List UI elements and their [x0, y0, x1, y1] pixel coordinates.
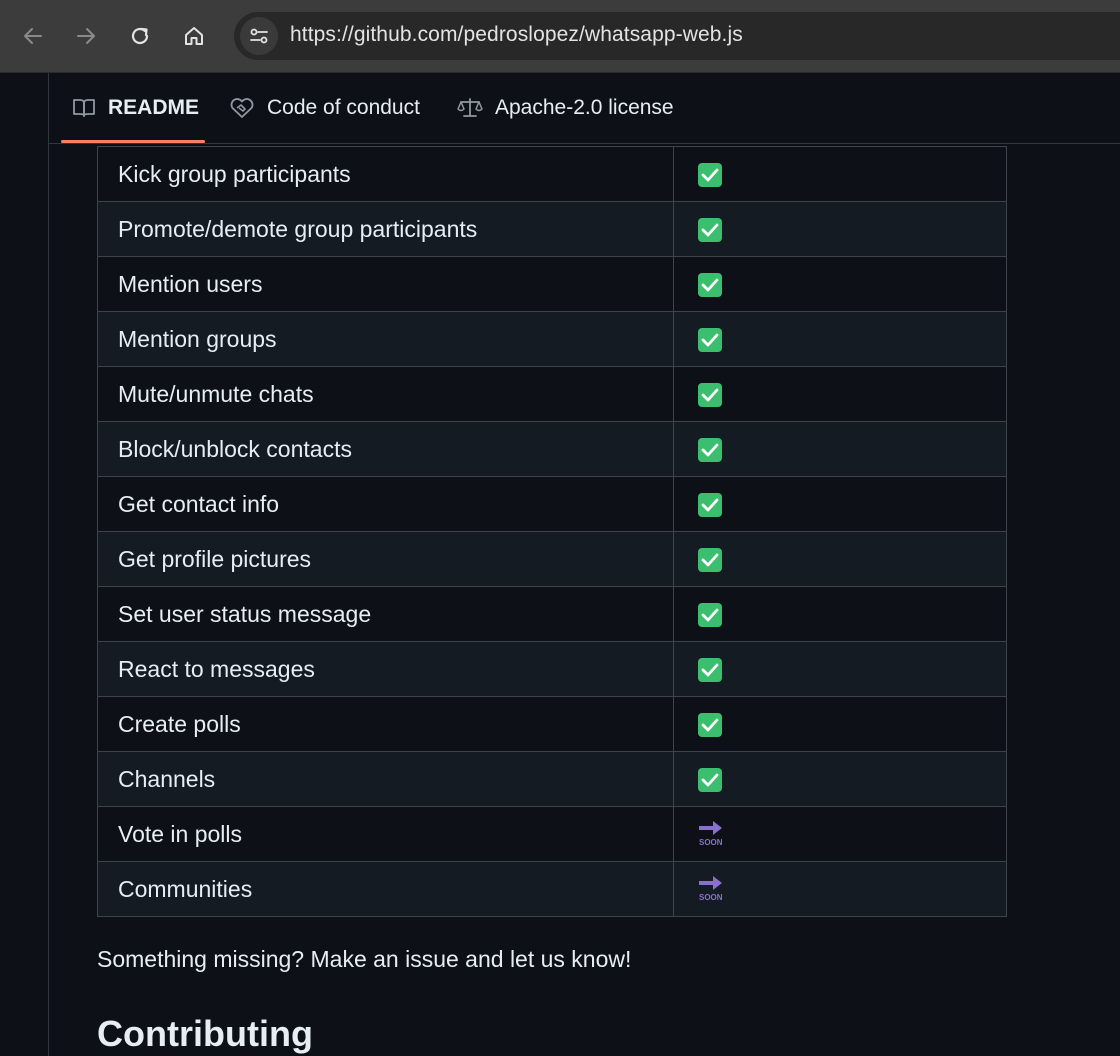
forward-icon: [77, 28, 95, 44]
feature-status: [673, 146, 1007, 202]
tab-readme-label: README: [108, 96, 200, 119]
missing-feature-text: Something missing? Make an issue and let…: [97, 946, 632, 972]
reload-icon: [131, 27, 149, 45]
feature-status: SOON: [673, 806, 1007, 862]
soon-arrow-icon: SOON: [698, 874, 724, 904]
tab-license[interactable]: Apache-2.0 license: [457, 73, 674, 143]
soon-label: SOON: [699, 838, 723, 847]
feature-status: [673, 366, 1007, 422]
feature-status: [673, 421, 1007, 477]
table-row: React to messages: [97, 641, 1007, 697]
table-row: Set user status message: [97, 586, 1007, 642]
table-row: Mention groups: [97, 311, 1007, 367]
feature-status: [673, 696, 1007, 752]
scale-icon: [457, 98, 483, 117]
feature-status: [673, 256, 1007, 312]
check-mark-icon: [698, 163, 722, 188]
browser-toolbar: https://github.com/pedroslopez/whatsapp-…: [0, 0, 1120, 73]
features-table: Kick group participants Promote/demote gr…: [97, 146, 1007, 917]
feature-name: Set user status message: [97, 586, 674, 642]
feature-status: [673, 531, 1007, 587]
forward-button[interactable]: [66, 16, 106, 56]
feature-name: React to messages: [97, 641, 674, 697]
table-row: Create polls: [97, 696, 1007, 752]
feature-name: Communities: [97, 861, 674, 917]
check-mark-icon: [698, 328, 722, 353]
page-content: README Code of conduct Apache-2.0 licens…: [0, 73, 1120, 1056]
check-mark-icon: [698, 548, 722, 573]
check-mark-icon: [698, 768, 722, 793]
tab-license-label: Apache-2.0 license: [495, 96, 674, 119]
feature-name: Kick group participants: [97, 146, 674, 202]
active-tab-indicator: [61, 140, 205, 143]
feature-name: Mute/unmute chats: [97, 366, 674, 422]
check-mark-icon: [698, 438, 722, 463]
feature-name: Create polls: [97, 696, 674, 752]
feature-status: SOON: [673, 861, 1007, 917]
heart-handshake-icon: [230, 98, 254, 118]
content-border: [48, 73, 49, 1056]
check-mark-icon: [698, 713, 722, 738]
feature-name: Get contact info: [97, 476, 674, 532]
soon-label: SOON: [699, 893, 723, 902]
home-button[interactable]: [174, 16, 214, 56]
site-info-icon: [250, 28, 268, 44]
table-row: Get profile pictures: [97, 531, 1007, 587]
table-row: Mute/unmute chats: [97, 366, 1007, 422]
url-text[interactable]: https://github.com/pedroslopez/whatsapp-…: [290, 23, 743, 47]
check-mark-icon: [698, 383, 722, 408]
tab-code-of-conduct[interactable]: Code of conduct: [229, 73, 420, 143]
feature-name: Mention users: [97, 256, 674, 312]
feature-name: Get profile pictures: [97, 531, 674, 587]
contributing-heading: Contributing: [97, 1013, 313, 1054]
table-row: Mention users: [97, 256, 1007, 312]
check-mark-icon: [698, 603, 722, 628]
table-row: Channels: [97, 751, 1007, 807]
address-bar[interactable]: https://github.com/pedroslopez/whatsapp-…: [234, 12, 1120, 60]
feature-status: [673, 201, 1007, 257]
feature-status: [673, 751, 1007, 807]
table-row: Promote/demote group participants: [97, 201, 1007, 257]
feature-status: [673, 586, 1007, 642]
home-icon: [185, 27, 203, 45]
feature-name: Promote/demote group participants: [97, 201, 674, 257]
check-mark-icon: [698, 273, 722, 298]
feature-status: [673, 311, 1007, 367]
soon-arrow-icon: SOON: [698, 819, 724, 849]
table-row: Communities SOON: [97, 861, 1007, 917]
reload-button[interactable]: [120, 16, 160, 56]
feature-name: Vote in polls: [97, 806, 674, 862]
readme-tabs: README Code of conduct Apache-2.0 licens…: [49, 73, 1120, 144]
table-row: Get contact info: [97, 476, 1007, 532]
table-row: Block/unblock contacts: [97, 421, 1007, 477]
tab-code-of-conduct-label: Code of conduct: [267, 96, 420, 119]
back-button[interactable]: [13, 16, 53, 56]
site-info-button[interactable]: [240, 17, 278, 55]
table-row: Kick group participants: [97, 146, 1007, 202]
check-mark-icon: [698, 658, 722, 683]
table-row: Vote in polls SOON: [97, 806, 1007, 862]
feature-status: [673, 476, 1007, 532]
feature-status: [673, 641, 1007, 697]
feature-name: Channels: [97, 751, 674, 807]
check-mark-icon: [698, 493, 722, 518]
book-icon: [73, 99, 95, 117]
tab-readme[interactable]: README: [72, 73, 199, 143]
feature-name: Block/unblock contacts: [97, 421, 674, 477]
back-icon: [24, 28, 42, 44]
feature-name: Mention groups: [97, 311, 674, 367]
check-mark-icon: [698, 218, 722, 243]
